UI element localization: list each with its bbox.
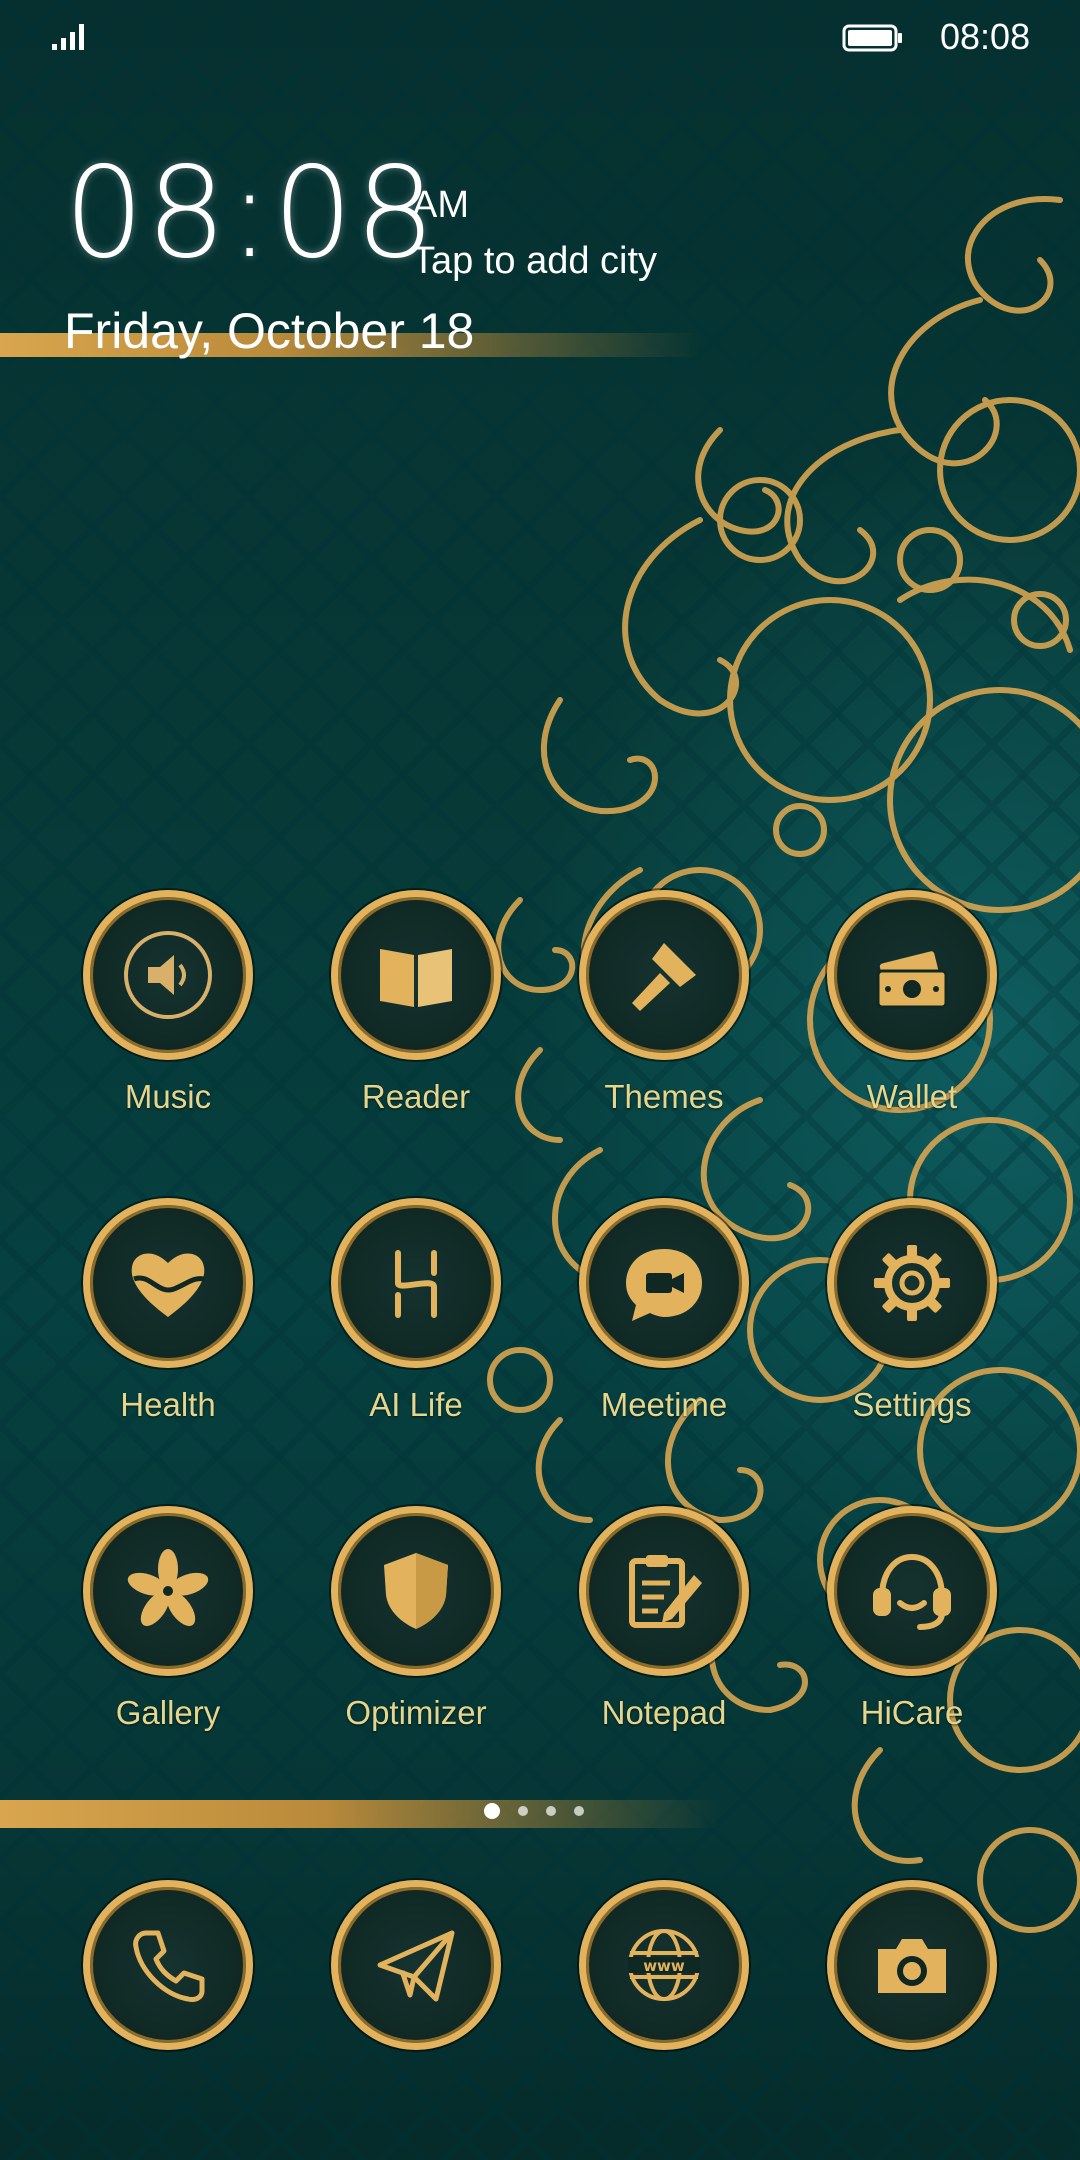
flower-icon <box>83 1506 253 1676</box>
heart-icon <box>83 1198 253 1368</box>
page-dot-active[interactable] <box>484 1803 500 1819</box>
add-city-link[interactable]: Tap to add city <box>412 240 657 283</box>
app-label: Health <box>120 1386 216 1423</box>
phone-icon <box>83 1880 253 2050</box>
page-dot[interactable] <box>574 1806 584 1816</box>
page-dot[interactable] <box>518 1806 528 1816</box>
app-reader[interactable]: Reader <box>306 890 526 1116</box>
app-health[interactable]: Health <box>58 1198 278 1424</box>
signal-icon <box>52 24 84 50</box>
page-indicator[interactable] <box>484 1803 584 1819</box>
paintbrush-icon <box>579 890 749 1060</box>
status-bar: 08:08 <box>0 0 1080 72</box>
video-chat-icon <box>579 1198 749 1368</box>
shield-icon <box>331 1506 501 1676</box>
dock-messaging[interactable] <box>306 1880 526 2050</box>
app-label: Gallery <box>115 1694 221 1731</box>
clock-date[interactable]: Friday, October 18 <box>64 302 474 360</box>
camera-icon <box>827 1880 997 2050</box>
app-wallet[interactable]: Wallet <box>802 890 1022 1116</box>
ai-life-icon <box>331 1198 501 1368</box>
app-label: HiCare <box>860 1694 964 1731</box>
dock-divider <box>0 1800 720 1828</box>
app-label: Wallet <box>866 1078 958 1115</box>
dock-phone[interactable] <box>58 1880 278 2050</box>
app-settings[interactable]: Settings <box>802 1198 1022 1424</box>
app-themes[interactable]: Themes <box>554 890 774 1116</box>
app-label: Settings <box>852 1386 972 1423</box>
status-time: 08:08 <box>940 16 1031 57</box>
dock-camera[interactable] <box>802 1880 1022 2050</box>
app-music[interactable]: Music <box>58 890 278 1116</box>
battery-icon <box>842 24 902 52</box>
book-icon <box>331 890 501 1060</box>
money-icon <box>827 890 997 1060</box>
page-dot[interactable] <box>546 1806 556 1816</box>
svg-text:www: www <box>643 1957 685 1975</box>
app-gallery[interactable]: Gallery <box>58 1506 278 1732</box>
app-optimizer[interactable]: Optimizer <box>306 1506 526 1732</box>
app-notepad[interactable]: Notepad <box>554 1506 774 1732</box>
app-meetime[interactable]: Meetime <box>554 1198 774 1424</box>
dock-browser[interactable]: www <box>554 1880 774 2050</box>
app-label: Music <box>124 1078 212 1115</box>
headset-icon <box>827 1506 997 1676</box>
app-label: Optimizer <box>345 1694 487 1731</box>
clock-time[interactable]: 08:08 <box>64 150 437 276</box>
clock-ampm: AM <box>412 184 469 226</box>
paper-plane-icon <box>331 1880 501 2050</box>
app-label: AI Life <box>369 1386 463 1423</box>
app-label: Reader <box>361 1078 471 1115</box>
app-label: Themes <box>604 1078 724 1115</box>
gear-icon <box>827 1198 997 1368</box>
app-label: Notepad <box>601 1694 727 1731</box>
speaker-icon <box>83 890 253 1060</box>
globe-www-icon: www <box>579 1880 749 2050</box>
notepad-icon <box>579 1506 749 1676</box>
app-ai-life[interactable]: AI Life <box>306 1198 526 1424</box>
app-hicare[interactable]: HiCare <box>802 1506 1022 1732</box>
app-label: Meetime <box>600 1386 728 1423</box>
